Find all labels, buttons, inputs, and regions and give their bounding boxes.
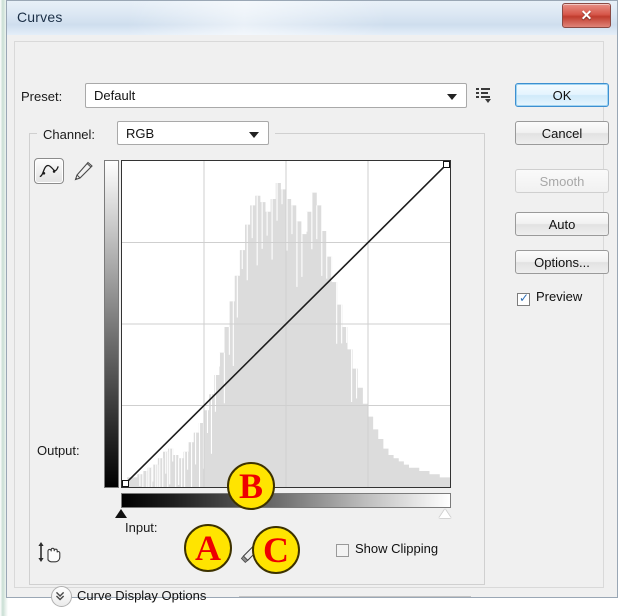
chevron-down-icon	[447, 94, 457, 100]
white-point-marker[interactable]	[439, 509, 451, 518]
smooth-button: Smooth	[515, 169, 609, 193]
groupbox-top-right-rule	[275, 133, 485, 134]
chevron-down-icon	[249, 132, 259, 138]
curve-handle-white-point[interactable]	[443, 161, 450, 168]
window-title: Curves	[17, 9, 63, 25]
auto-button[interactable]: Auto	[515, 212, 609, 236]
preset-dropdown[interactable]: Default	[85, 83, 467, 108]
output-label: Output:	[37, 443, 80, 458]
preset-label: Preset:	[21, 89, 63, 104]
curves-graph[interactable]	[121, 160, 451, 488]
black-point-marker[interactable]	[115, 509, 127, 518]
cancel-button[interactable]: Cancel	[515, 121, 609, 145]
input-label: Input:	[125, 520, 158, 535]
annotation-badge-a: A	[184, 524, 232, 572]
preview-label[interactable]: Preview	[536, 289, 582, 304]
curve-tool-icon[interactable]	[34, 158, 64, 184]
curve-display-options-rule	[239, 596, 471, 597]
checkmark-icon: ✓	[519, 291, 530, 305]
preset-value: Default	[94, 88, 136, 103]
dialog-body: Preset: Default Channel: RGB Output: Inp…	[7, 35, 617, 607]
close-button[interactable]: ✕	[562, 3, 611, 28]
channel-dropdown[interactable]: RGB	[117, 121, 269, 145]
preview-checkbox[interactable]: ✓	[517, 291, 530, 306]
titlebar-sheen	[127, 1, 387, 35]
input-gradient-bar	[121, 493, 451, 508]
preset-menu-icon[interactable]	[475, 86, 491, 104]
channel-label: Channel:	[43, 127, 96, 142]
close-icon: ✕	[580, 7, 593, 23]
curves-dialog: Curves ✕ Preset: Default Channel: RGB Ou…	[6, 0, 618, 607]
groupbox-top-left-rule	[29, 133, 37, 134]
options-button[interactable]: Options...	[515, 250, 609, 274]
chevron-double-down-icon[interactable]	[51, 586, 72, 607]
channel-value: RGB	[126, 126, 155, 141]
curve-display-options-label[interactable]: Curve Display Options	[77, 588, 206, 603]
graph-inner	[122, 161, 450, 487]
tone-curve-line	[122, 161, 450, 487]
annotation-badge-b: B	[227, 462, 275, 510]
output-gradient-bar	[104, 160, 119, 488]
annotation-badge-c: C	[252, 526, 300, 574]
ok-button[interactable]: OK	[515, 83, 609, 107]
pencil-tool-icon[interactable]	[71, 159, 95, 183]
show-clipping-checkbox[interactable]	[336, 544, 349, 557]
titlebar: Curves ✕	[7, 1, 617, 36]
on-image-adjustment-icon[interactable]	[35, 538, 63, 566]
curve-handle-black-point[interactable]	[122, 480, 129, 487]
show-clipping-label[interactable]: Show Clipping	[355, 541, 438, 556]
